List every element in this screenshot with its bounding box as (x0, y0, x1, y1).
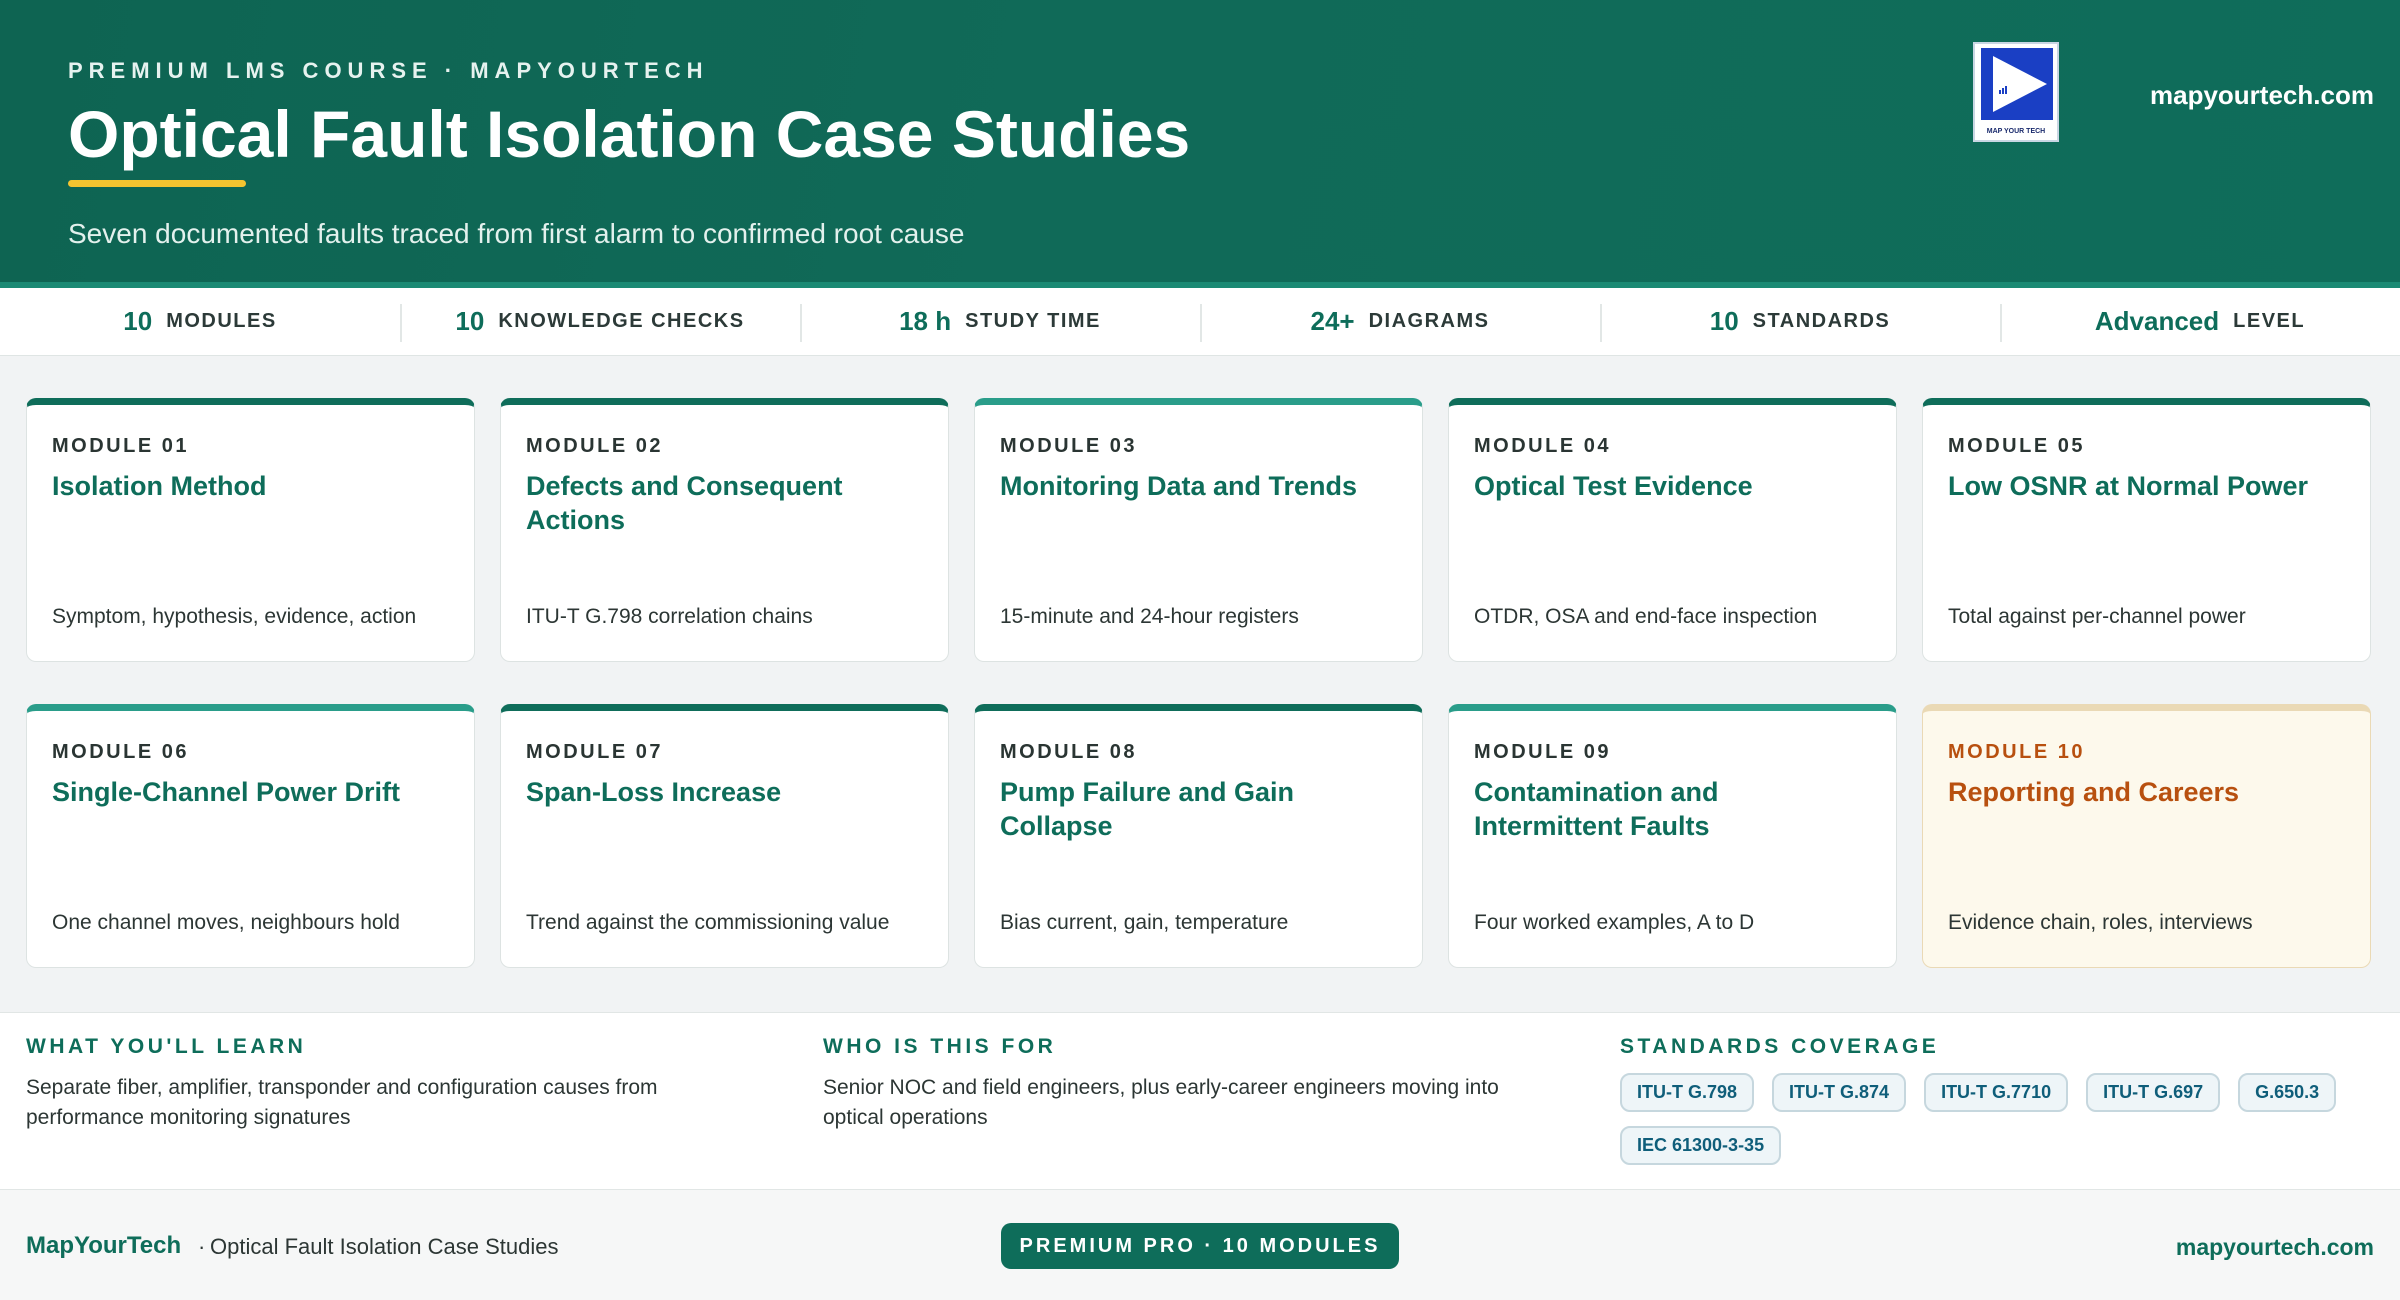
stat-label: DIAGRAMS (1368, 310, 1490, 332)
standard-pill[interactable]: ITU-T G.7710 (1924, 1073, 2069, 1112)
module-description: Evidence chain, roles, interviews (1948, 911, 2253, 934)
standard-pill[interactable]: ITU-T G.874 (1772, 1073, 1907, 1112)
standards-heading: STANDARDS COVERAGE (1620, 1035, 1940, 1058)
course-header: PREMIUM LMS COURSE · MAPYOURTECH Optical… (0, 0, 2400, 288)
learn-text: Separate fiber, amplifier, transponder a… (26, 1076, 658, 1129)
title-underline (68, 180, 246, 187)
module-grid: MODULE 01 Isolation Method Symptom, hypo… (26, 398, 2376, 968)
module-number: MODULE 04 (1474, 435, 1611, 457)
learn-heading: WHAT YOU'LL LEARN (26, 1035, 307, 1058)
stat-value: Advanced (2094, 306, 2220, 336)
stat-label: KNOWLEDGE CHECKS (498, 310, 745, 332)
module-title: Monitoring Data and Trends (1000, 471, 1358, 501)
module-card-06[interactable]: MODULE 06 Single-Channel Power Drift One… (26, 704, 475, 968)
standard-pill[interactable]: ITU-T G.697 (2086, 1073, 2221, 1112)
stat-label: LEVEL (2233, 310, 2306, 332)
module-number: MODULE 01 (52, 435, 189, 457)
stat-value: 10 (455, 306, 485, 336)
page-footer: MapYourTech · Optical Fault Isolation Ca… (0, 1190, 2400, 1300)
module-card-08[interactable]: MODULE 08 Pump Failure and Gain Collapse… (974, 704, 1423, 968)
module-card-09[interactable]: MODULE 09 Contamination and Intermittent… (1448, 704, 1897, 968)
mapyourtech-logo[interactable]: MAP YOUR TECH (1973, 42, 2059, 142)
stat-label: STUDY TIME (965, 310, 1101, 332)
module-number: MODULE 02 (526, 435, 663, 457)
standard-pill[interactable]: G.650.3 (2238, 1073, 2337, 1112)
module-number: MODULE 09 (1474, 741, 1611, 763)
stat-value: 24+ (1310, 306, 1355, 336)
course-eyebrow: PREMIUM LMS COURSE · MAPYOURTECH (68, 58, 709, 83)
module-title: Low OSNR at Normal Power (1948, 471, 2309, 501)
module-number: MODULE 05 (1948, 435, 2085, 457)
module-description: 15-minute and 24-hour registers (1000, 605, 1299, 628)
audience-heading: WHO IS THIS FOR (823, 1035, 1057, 1058)
audience-column: WHO IS THIS FOR Senior NOC and field eng… (823, 1035, 1543, 1133)
module-number: MODULE 06 (52, 741, 189, 763)
logo-text: MAP YOUR TECH (1986, 128, 2046, 135)
page-title: Optical Fault Isolation Case Studies (68, 97, 1191, 171)
stat-study-time: 18 h STUDY TIME (800, 288, 1200, 355)
module-number: MODULE 07 (526, 741, 663, 763)
standard-pill[interactable]: ITU-T G.798 (1620, 1073, 1755, 1112)
footer-url-link[interactable]: mapyourtech.com (2176, 1234, 2374, 1261)
module-number: MODULE 10 (1948, 741, 2085, 763)
standards-pill-list: ITU-T G.798 ITU-T G.874 ITU-T G.7710 ITU… (1620, 1073, 2380, 1165)
page-subtitle: Seven documented faults traced from firs… (68, 218, 965, 249)
module-title: Optical Test Evidence (1474, 471, 1753, 501)
stat-modules: 10 MODULES (0, 288, 400, 355)
course-info-section: WHAT YOU'LL LEARN Separate fiber, amplif… (0, 1012, 2400, 1190)
module-title: Single-Channel Power Drift (52, 777, 401, 807)
module-card-01[interactable]: MODULE 01 Isolation Method Symptom, hypo… (26, 398, 475, 662)
module-card-10[interactable]: MODULE 10 Reporting and Careers Evidence… (1922, 704, 2371, 968)
module-card-05[interactable]: MODULE 05 Low OSNR at Normal Power Total… (1922, 398, 2371, 662)
module-card-07[interactable]: MODULE 07 Span-Loss Increase Trend again… (500, 704, 949, 968)
module-title: Contamination and Intermittent Faults (1474, 777, 1719, 841)
course-stats-bar: 10 MODULES 10 KNOWLEDGE CHECKS 18 h STUD… (0, 288, 2400, 356)
standard-pill[interactable]: IEC 61300-3-35 (1620, 1126, 1782, 1165)
module-card-03[interactable]: MODULE 03 Monitoring Data and Trends 15-… (974, 398, 1423, 662)
stat-diagrams: 24+ DIAGRAMS (1200, 288, 1600, 355)
footer-separator: · (198, 1234, 206, 1259)
module-description: OTDR, OSA and end-face inspection (1474, 605, 1818, 628)
stat-standards: 10 STANDARDS (1600, 288, 2000, 355)
learn-column: WHAT YOU'LL LEARN Separate fiber, amplif… (26, 1035, 746, 1133)
stat-value: 10 (123, 306, 153, 336)
stat-value: 18 h (899, 306, 952, 336)
module-card-02[interactable]: MODULE 02 Defects and Consequent Actions… (500, 398, 949, 662)
module-description: One channel moves, neighbours hold (52, 911, 400, 934)
module-description: Symptom, hypothesis, evidence, action (52, 605, 417, 628)
module-description: Trend against the commissioning value (526, 911, 890, 934)
module-description: Total against per-channel power (1948, 605, 2246, 628)
module-description: Four worked examples, A to D (1474, 911, 1755, 934)
audience-text: Senior NOC and field engineers, plus ear… (823, 1076, 1499, 1129)
module-card-04[interactable]: MODULE 04 Optical Test Evidence OTDR, OS… (1448, 398, 1897, 662)
module-number: MODULE 03 (1000, 435, 1137, 457)
footer-brand-link[interactable]: MapYourTech (26, 1232, 181, 1260)
module-title: Span-Loss Increase (526, 777, 782, 807)
module-title: Defects and Consequent Actions (526, 471, 843, 535)
module-description: Bias current, gain, temperature (1000, 911, 1289, 934)
module-title: Isolation Method (52, 471, 267, 501)
footer-course-name: Optical Fault Isolation Case Studies (210, 1234, 559, 1259)
stat-value: 10 (1709, 306, 1739, 336)
premium-pro-badge[interactable]: PREMIUM PRO · 10 MODULES (1001, 1223, 1399, 1269)
play-icon (1981, 48, 2053, 120)
stat-knowledge-checks: 10 KNOWLEDGE CHECKS (400, 288, 800, 355)
module-description: ITU-T G.798 correlation chains (526, 605, 813, 628)
stat-label: MODULES (166, 310, 277, 332)
stat-label: STANDARDS (1752, 310, 1891, 332)
header-url-link[interactable]: mapyourtech.com (2150, 80, 2374, 111)
stat-level: Advanced LEVEL (2000, 288, 2400, 355)
module-number: MODULE 08 (1000, 741, 1137, 763)
standards-column: STANDARDS COVERAGE ITU-T G.798 ITU-T G.8… (1620, 1035, 2380, 1165)
module-title: Pump Failure and Gain Collapse (1000, 777, 1295, 841)
module-title: Reporting and Careers (1948, 777, 2240, 807)
